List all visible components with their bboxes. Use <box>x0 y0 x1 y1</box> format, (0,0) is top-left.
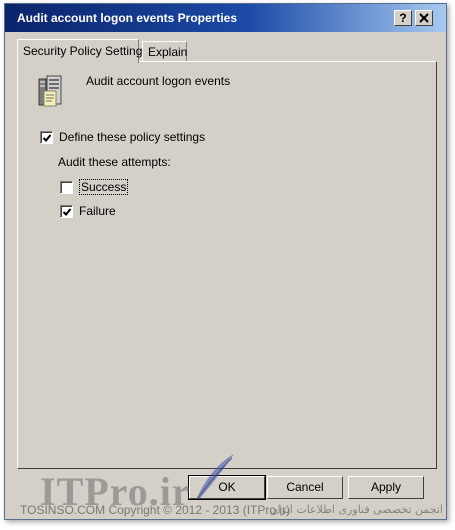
tab-explain[interactable]: Explain <box>142 41 187 62</box>
define-policy-label: Define these policy settings <box>59 130 206 144</box>
audit-attempts-label: Audit these attempts: <box>58 155 171 169</box>
checkmark-icon <box>62 207 72 216</box>
window-title: Audit account logon events Properties <box>17 11 238 25</box>
define-policy-checkbox[interactable] <box>40 130 53 144</box>
failure-checkbox[interactable] <box>60 204 73 218</box>
tab-security-policy-setting[interactable]: Security Policy Setting <box>17 39 142 63</box>
help-button[interactable]: ? <box>394 10 412 26</box>
properties-dialog: Audit account logon events Properties ? … <box>4 3 447 520</box>
policy-name: Audit account logon events <box>86 74 231 88</box>
close-button[interactable] <box>415 10 433 26</box>
success-label: Success <box>79 179 129 195</box>
cancel-button[interactable]: Cancel <box>267 476 343 499</box>
failure-checkbox-row[interactable]: Failure <box>60 204 116 218</box>
policy-server-icon <box>38 75 62 107</box>
title-bar[interactable]: Audit account logon events Properties ? <box>5 4 446 32</box>
apply-button[interactable]: Apply <box>348 476 424 499</box>
success-checkbox[interactable] <box>60 180 73 194</box>
failure-label: Failure <box>79 204 116 218</box>
watermark-persian-text: انجمن تخصصی فناوری اطلاعات ایران <box>269 503 443 516</box>
watermark-copyright: TOSINSO.COM Copyright © 2012 - 2013 (ITP… <box>20 503 291 517</box>
define-policy-checkbox-row[interactable]: Define these policy settings <box>40 130 205 144</box>
close-icon <box>419 13 429 23</box>
tab-panel: Audit account logon events Define these … <box>17 61 437 469</box>
success-checkbox-row[interactable]: Success <box>60 179 129 195</box>
checkmark-icon <box>42 133 52 142</box>
feather-icon <box>196 454 234 500</box>
